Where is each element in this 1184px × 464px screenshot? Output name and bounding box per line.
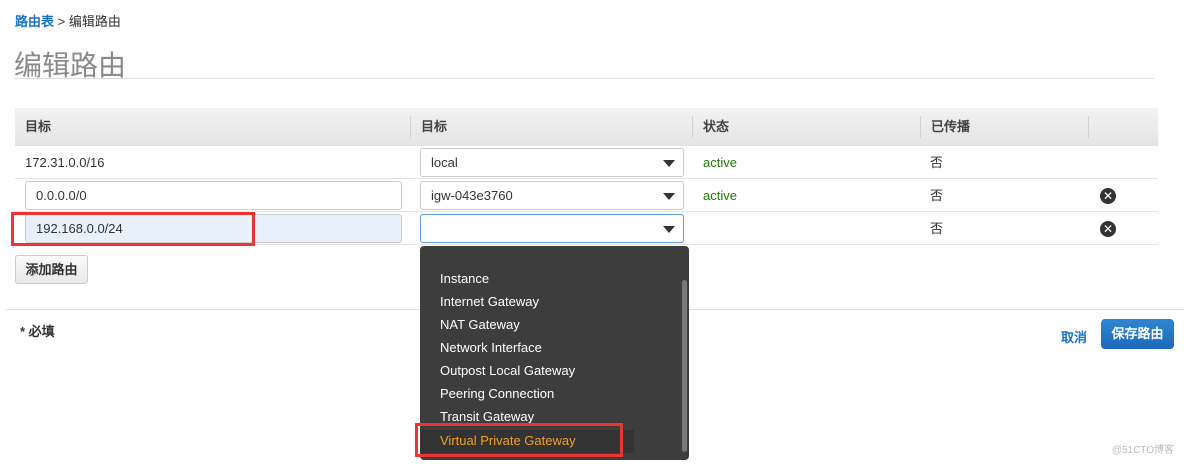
remove-route-icon[interactable]: ✕	[1100, 188, 1116, 204]
required-note: * 必填	[20, 324, 55, 339]
chevron-down-icon	[663, 193, 675, 200]
status-text: active	[703, 155, 737, 170]
option-internet-gateway[interactable]: Internet Gateway	[440, 294, 539, 309]
header-target: 目标	[410, 116, 447, 138]
target-select[interactable]	[420, 214, 684, 243]
option-nat-gateway[interactable]: NAT Gateway	[440, 317, 520, 332]
table-row: 172.31.0.0/16 local active 否	[15, 146, 1158, 179]
target-select[interactable]: igw-043e3760	[420, 181, 684, 210]
watermark: @51CTO博客	[1111, 445, 1174, 456]
option-network-interface[interactable]: Network Interface	[440, 340, 542, 355]
status-text: active	[703, 188, 737, 203]
header-actions	[1088, 116, 1089, 138]
destination-text: 172.31.0.0/16	[25, 155, 105, 170]
save-routes-button[interactable]: 保存路由	[1101, 319, 1174, 349]
chevron-down-icon	[663, 226, 675, 233]
option-transit-gateway[interactable]: Transit Gateway	[440, 409, 534, 424]
option-outpost-local-gateway[interactable]: Outpost Local Gateway	[440, 363, 575, 378]
cancel-link[interactable]: 取消	[1061, 327, 1087, 346]
target-value: local	[431, 155, 458, 170]
target-select[interactable]: local	[420, 148, 684, 177]
dropdown-scrollbar[interactable]	[682, 280, 687, 452]
header-destination: 目标	[25, 119, 52, 134]
table-row: 0.0.0.0/0 igw-043e3760 active 否 ✕	[15, 179, 1158, 212]
destination-input[interactable]: 0.0.0.0/0	[25, 181, 402, 210]
option-peering-connection[interactable]: Peering Connection	[440, 386, 554, 401]
annotation-box	[415, 423, 623, 457]
breadcrumb: 路由表 > 编辑路由	[15, 11, 121, 30]
option-instance[interactable]: Instance	[440, 271, 489, 286]
add-route-button[interactable]: 添加路由	[15, 255, 88, 284]
title-divider	[14, 78, 1154, 79]
target-value: igw-043e3760	[431, 188, 513, 203]
table-header: 目标 目标 状态 已传播	[15, 108, 1158, 146]
breadcrumb-current: 编辑路由	[68, 14, 121, 29]
propagated-text: 否	[930, 188, 944, 203]
breadcrumb-separator: >	[54, 14, 69, 29]
annotation-box	[11, 212, 255, 246]
header-propagated: 已传播	[920, 116, 970, 138]
breadcrumb-route-tables-link[interactable]: 路由表	[15, 14, 54, 29]
propagated-text: 否	[930, 155, 944, 170]
propagated-text: 否	[930, 221, 944, 236]
chevron-down-icon	[663, 160, 675, 167]
header-status: 状态	[692, 116, 729, 138]
remove-route-icon[interactable]: ✕	[1100, 221, 1116, 237]
